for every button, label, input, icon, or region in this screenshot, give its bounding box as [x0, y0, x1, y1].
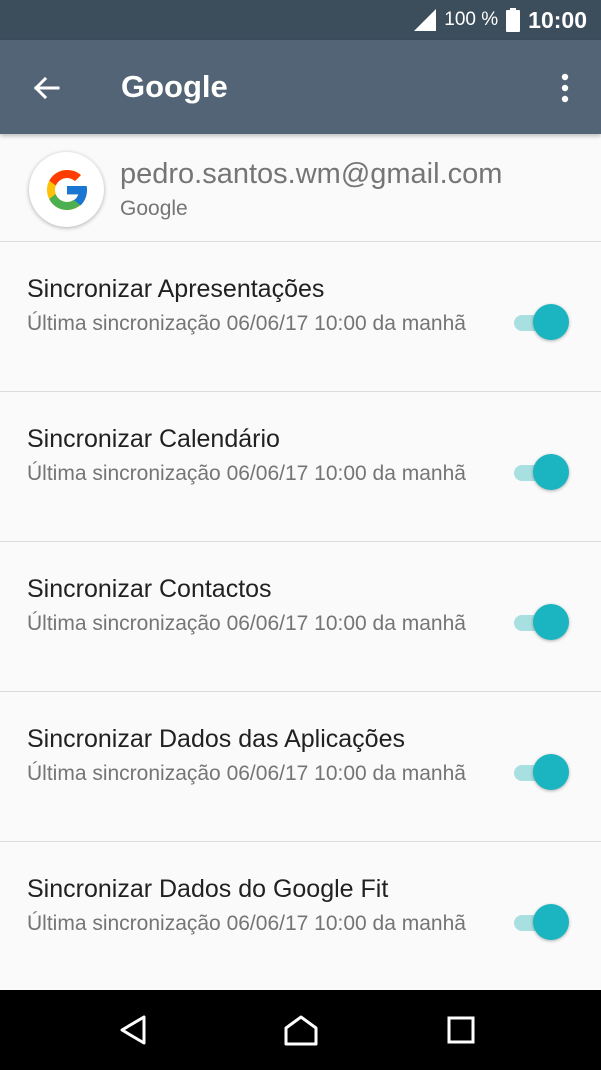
google-logo-icon [46, 169, 87, 210]
sync-item-title: Sincronizar Contactos [27, 575, 272, 603]
status-clock: 10:00 [528, 6, 587, 33]
sync-item-subtitle: Última sincronização 06/06/17 10:00 da m… [27, 762, 466, 785]
nav-back-button[interactable] [107, 1004, 159, 1056]
sync-item-subtitle: Última sincronização 06/06/17 10:00 da m… [27, 612, 466, 635]
sync-item-subtitle: Última sincronização 06/06/17 10:00 da m… [27, 312, 466, 335]
sync-toggle[interactable] [514, 304, 570, 340]
account-provider: Google [120, 197, 188, 220]
toggle-thumb [533, 754, 569, 790]
toggle-thumb [533, 604, 569, 640]
sync-item-subtitle: Última sincronização 06/06/17 10:00 da m… [27, 462, 466, 485]
sync-toggle[interactable] [514, 604, 570, 640]
account-avatar [29, 152, 104, 227]
battery-percent: 100 % [444, 9, 499, 30]
sync-item-contactos[interactable]: Sincronizar Contactos Última sincronizaç… [0, 542, 601, 692]
sync-toggle[interactable] [514, 454, 570, 490]
sync-item-google-fit[interactable]: Sincronizar Dados do Google Fit Última s… [0, 842, 601, 992]
nav-home-icon [284, 1015, 318, 1046]
status-bar: 100 % 10:00 [0, 0, 601, 40]
more-vert-icon [561, 73, 569, 103]
navigation-bar [0, 990, 601, 1070]
status-indicators: 100 % 10:00 [412, 0, 587, 40]
arrow-left-icon [33, 76, 60, 100]
sync-item-subtitle: Última sincronização 06/06/17 10:00 da m… [27, 912, 466, 935]
sync-list: Sincronizar Apresentações Última sincron… [0, 242, 601, 992]
sync-item-dados-aplicacoes[interactable]: Sincronizar Dados das Aplicações Última … [0, 692, 601, 842]
toggle-thumb [533, 454, 569, 490]
toggle-thumb [533, 304, 569, 340]
back-button[interactable] [22, 64, 70, 112]
sync-item-title: Sincronizar Dados do Google Fit [27, 875, 389, 903]
battery-icon [506, 8, 521, 32]
nav-recents-icon [447, 1016, 475, 1044]
account-header: pedro.santos.wm@gmail.com Google [0, 134, 601, 242]
more-options-button[interactable] [543, 64, 587, 112]
account-email: pedro.santos.wm@gmail.com [120, 158, 503, 190]
sync-item-apresentacoes[interactable]: Sincronizar Apresentações Última sincron… [0, 242, 601, 392]
nav-back-icon [120, 1015, 146, 1045]
app-bar: Google [0, 40, 601, 134]
sync-item-title: Sincronizar Apresentações [27, 275, 325, 303]
sync-toggle[interactable] [514, 754, 570, 790]
toggle-thumb [533, 904, 569, 940]
sync-toggle[interactable] [514, 904, 570, 940]
signal-icon [414, 9, 437, 31]
sync-item-title: Sincronizar Dados das Aplicações [27, 725, 405, 753]
page-title: Google [121, 69, 228, 104]
sync-item-calendario[interactable]: Sincronizar Calendário Última sincroniza… [0, 392, 601, 542]
nav-home-button[interactable] [275, 1004, 327, 1056]
nav-recents-button[interactable] [435, 1004, 487, 1056]
sync-item-title: Sincronizar Calendário [27, 425, 280, 453]
